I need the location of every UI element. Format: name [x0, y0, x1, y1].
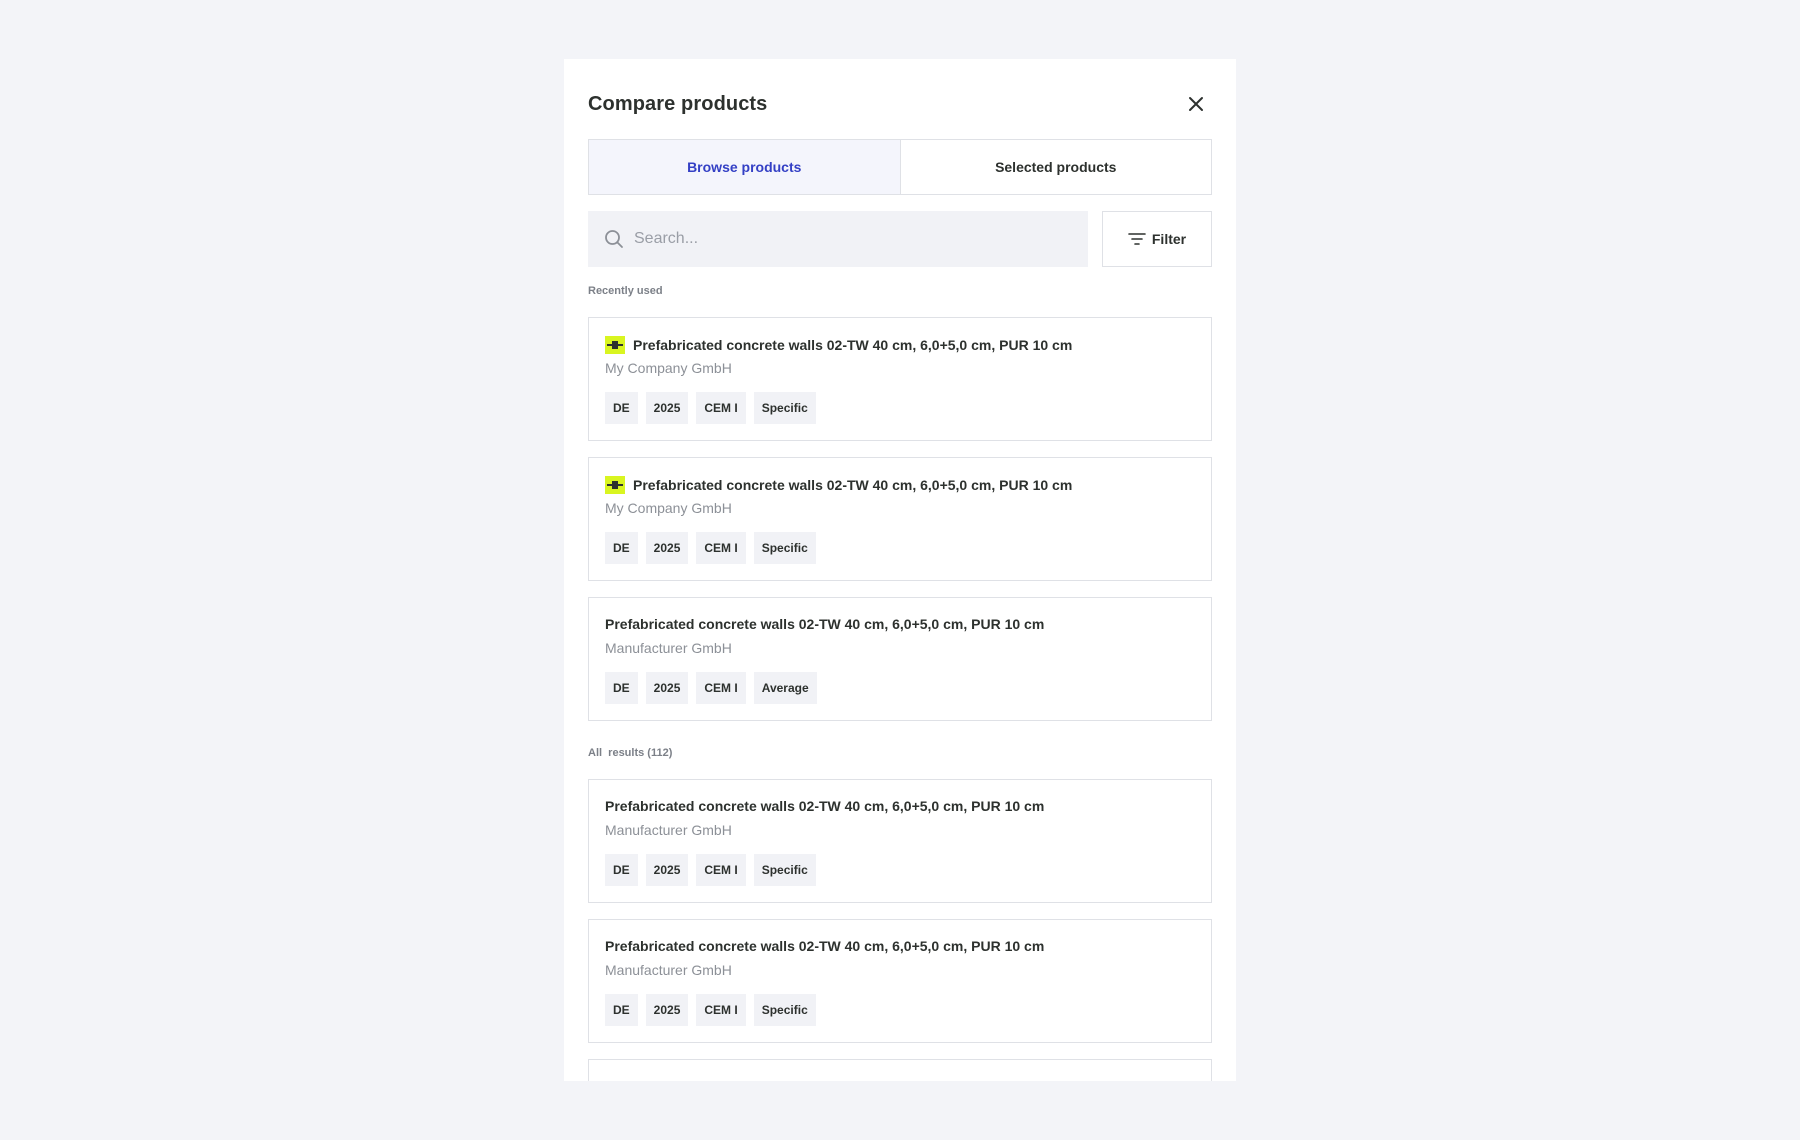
product-title-row: Prefabricated concrete walls 02-TW 40 cm…: [605, 336, 1072, 354]
product-tags: DE 2025 CEM I Specific: [605, 532, 816, 564]
product-tags: DE 2025 CEM I Specific: [605, 392, 816, 424]
tag-cement: CEM I: [696, 672, 746, 704]
close-icon: [1189, 97, 1203, 111]
product-card[interactable]: Prefabricated concrete walls 02-TW 40 cm…: [588, 457, 1212, 581]
tab-browse-products[interactable]: Browse products: [589, 140, 901, 194]
product-tags: DE 2025 CEM I Specific: [605, 854, 816, 886]
tag-year: 2025: [645, 392, 689, 424]
product-company: Manufacturer GmbH: [605, 962, 732, 978]
tag-type: Average: [753, 672, 817, 704]
product-tags: DE 2025 CEM I Average: [605, 672, 817, 704]
all-results-label: All results (112): [588, 747, 673, 759]
tag-year: 2025: [645, 672, 689, 704]
modal-title: Compare products: [588, 92, 768, 115]
search-icon: [605, 230, 623, 248]
tag-country: DE: [605, 994, 638, 1026]
tag-country: DE: [605, 392, 638, 424]
product-title: Prefabricated concrete walls 02-TW 40 cm…: [605, 938, 1045, 954]
product-card[interactable]: Prefabricated concrete walls 02-TW 40 cm…: [588, 317, 1212, 441]
search-row: Filter: [588, 211, 1212, 267]
product-company: Manufacturer GmbH: [605, 822, 732, 838]
modal-header: Compare products: [588, 89, 1212, 119]
tag-type: Specific: [753, 392, 816, 424]
tag-cement: CEM I: [696, 532, 746, 564]
tag-country: DE: [605, 532, 638, 564]
tag-type: Specific: [753, 532, 816, 564]
product-title: Prefabricated concrete walls 02-TW 40 cm…: [633, 337, 1073, 353]
product-tags: DE 2025 CEM I Specific: [605, 994, 816, 1026]
product-company: My Company GmbH: [605, 360, 732, 376]
tag-country: DE: [605, 854, 638, 886]
tag-year: 2025: [645, 854, 689, 886]
product-company: Manufacturer GmbH: [605, 640, 732, 656]
product-title-row: Prefabricated concrete walls 02-TW 40 cm…: [605, 798, 1044, 814]
filter-icon: [1128, 233, 1146, 245]
search-input[interactable]: [634, 230, 1074, 248]
product-company: My Company GmbH: [605, 500, 732, 516]
tag-year: 2025: [645, 994, 689, 1026]
tab-bar: Browse products Selected products: [588, 139, 1212, 195]
product-title: Prefabricated concrete walls 02-TW 40 cm…: [605, 798, 1045, 814]
product-card-partial[interactable]: [588, 1059, 1212, 1081]
close-button[interactable]: [1184, 92, 1208, 116]
company-logo-icon: [605, 476, 625, 494]
company-logo-icon: [605, 336, 625, 354]
product-card[interactable]: Prefabricated concrete walls 02-TW 40 cm…: [588, 597, 1212, 721]
product-title-row: Prefabricated concrete walls 02-TW 40 cm…: [605, 938, 1044, 954]
product-title: Prefabricated concrete walls 02-TW 40 cm…: [633, 477, 1073, 493]
product-card[interactable]: Prefabricated concrete walls 02-TW 40 cm…: [588, 919, 1212, 1043]
product-title-row: Prefabricated concrete walls 02-TW 40 cm…: [605, 616, 1044, 632]
filter-label: Filter: [1151, 231, 1187, 247]
tab-selected-products[interactable]: Selected products: [901, 140, 1212, 194]
product-card[interactable]: Prefabricated concrete walls 02-TW 40 cm…: [588, 779, 1212, 903]
tag-type: Specific: [753, 854, 816, 886]
recently-used-label: Recently used: [588, 285, 663, 297]
search-box[interactable]: [588, 211, 1088, 267]
tag-cement: CEM I: [696, 994, 746, 1026]
tag-type: Specific: [753, 994, 816, 1026]
tag-year: 2025: [645, 532, 689, 564]
tag-country: DE: [605, 672, 638, 704]
compare-products-modal: Compare products Browse products Selecte…: [564, 59, 1236, 1081]
tag-cement: CEM I: [696, 392, 746, 424]
tag-cement: CEM I: [696, 854, 746, 886]
product-title-row: Prefabricated concrete walls 02-TW 40 cm…: [605, 476, 1072, 494]
product-title: Prefabricated concrete walls 02-TW 40 cm…: [605, 616, 1045, 632]
filter-button[interactable]: Filter: [1102, 211, 1212, 267]
